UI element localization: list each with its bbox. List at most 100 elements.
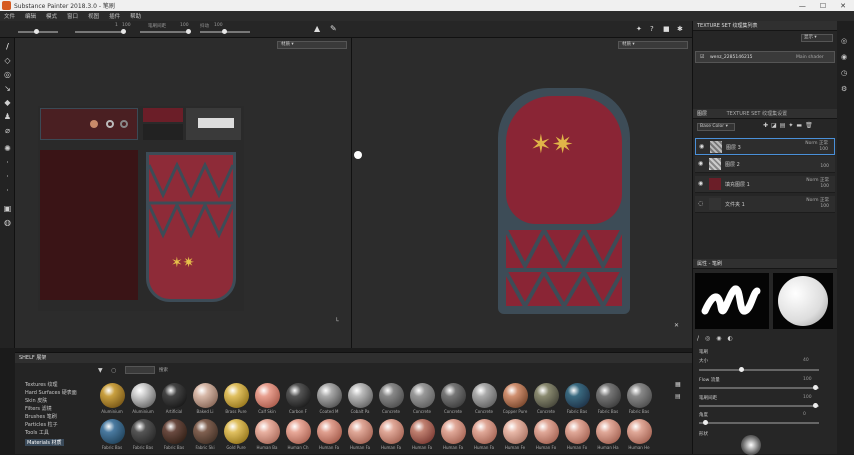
shelf-search-input[interactable] <box>125 366 155 374</box>
menu-window[interactable]: 窗口 <box>67 12 78 20</box>
material-sphere[interactable] <box>565 419 590 444</box>
material-sphere[interactable] <box>627 383 652 408</box>
alpha-tab-icon[interactable]: ◐ <box>728 335 739 342</box>
measure-icon[interactable]: · <box>3 186 12 195</box>
add-folder-icon[interactable]: ▬ <box>796 122 805 129</box>
material-sphere[interactable] <box>348 419 373 444</box>
shelf-category[interactable]: Tools 工具 <box>25 429 49 436</box>
symmetry-icon[interactable]: ▲ <box>314 24 324 34</box>
viewport-2d-mode-dropdown[interactable]: 材质 ▾ <box>277 41 347 49</box>
material-sphere[interactable] <box>193 419 218 444</box>
list-view-icon[interactable]: ▤ <box>675 393 681 400</box>
shelf-category[interactable]: Textures 纹理 <box>25 381 58 388</box>
visibility-eye-icon[interactable]: ◉ <box>698 181 704 187</box>
viewport-2d[interactable]: 材质 ▾ ✶✷ └ <box>15 38 352 348</box>
material-sphere[interactable] <box>131 419 156 444</box>
material-sphere[interactable] <box>472 383 497 408</box>
material-sphere[interactable] <box>162 383 187 408</box>
material-sphere[interactable] <box>441 383 466 408</box>
viewport-3d[interactable]: 材质 ▾ ✶✷ ✕ <box>352 38 692 348</box>
material-sphere[interactable] <box>410 419 435 444</box>
maximize-button[interactable]: ☐ <box>820 2 826 10</box>
material-sphere[interactable] <box>317 383 342 408</box>
menu-view[interactable]: 视图 <box>88 12 99 20</box>
material-sphere[interactable] <box>224 383 249 408</box>
shelf-category[interactable]: Hard Surfaces 硬表面 <box>25 389 77 396</box>
settings-icon[interactable]: ◍ <box>3 218 12 227</box>
texture-set-display-dropdown[interactable]: 显示 ▾ <box>801 34 833 42</box>
shelf-category[interactable]: Brushes 笔刷 <box>25 413 57 420</box>
texture-set-settings-tab[interactable]: TEXTURE SET 纹理集设置 <box>727 111 787 117</box>
add-fill-icon[interactable]: ◪ <box>771 122 780 129</box>
angle-slider[interactable] <box>699 420 819 425</box>
material-sphere[interactable] <box>286 419 311 444</box>
brush-tab-icon[interactable]: / <box>697 335 705 342</box>
paint-brush-icon[interactable]: / <box>3 42 12 51</box>
material-sphere[interactable] <box>627 419 652 444</box>
polygon-fill-icon[interactable]: ✺ <box>3 144 12 153</box>
alpha-shape-thumbnail[interactable] <box>741 435 761 455</box>
stencil-tab-icon[interactable]: ◉ <box>716 335 727 342</box>
clone-icon[interactable]: ♟ <box>3 112 12 121</box>
light-icon[interactable] <box>354 151 362 159</box>
material-sphere[interactable] <box>410 383 435 408</box>
projection-icon[interactable]: ◎ <box>3 70 12 79</box>
layer-row[interactable]: ◉ 图层 2 100 <box>695 156 835 173</box>
shelf-category[interactable]: Skin 皮肤 <box>25 397 47 404</box>
viewer-settings-icon[interactable]: ⚙ <box>841 85 847 93</box>
layers-tab[interactable]: 图层 <box>697 111 707 117</box>
delete-layer-icon[interactable]: 🗑 <box>805 122 816 129</box>
material-sphere[interactable] <box>162 419 187 444</box>
layer-row[interactable]: ◌ 文件夹 1 Norm 正常 100 <box>695 196 835 213</box>
visibility-eye-icon[interactable]: ◌ <box>698 201 704 207</box>
material-sphere[interactable] <box>255 419 280 444</box>
material-sphere[interactable] <box>379 383 404 408</box>
material-sphere[interactable] <box>596 419 621 444</box>
texture-set-checkbox-icon[interactable]: ☑ <box>700 54 704 60</box>
material-sphere[interactable] <box>224 419 249 444</box>
material-sphere[interactable] <box>503 419 528 444</box>
material-sphere[interactable] <box>317 419 342 444</box>
flow-slider[interactable] <box>699 385 819 390</box>
material-picker-icon[interactable]: · <box>3 172 12 181</box>
display-settings-icon[interactable]: ✱ <box>677 25 683 33</box>
grid-view-icon[interactable]: ▦ <box>675 381 681 388</box>
material-sphere[interactable] <box>503 383 528 408</box>
search-icon[interactable]: ○ <box>111 367 116 374</box>
texture-set-list-icon[interactable]: ◎ <box>841 37 847 45</box>
visibility-eye-icon[interactable]: ◉ <box>698 161 704 167</box>
material-sphere[interactable] <box>441 419 466 444</box>
size-slider[interactable] <box>699 367 819 372</box>
material-sphere[interactable] <box>131 383 156 408</box>
material-sphere[interactable] <box>565 383 590 408</box>
smudge-icon[interactable]: ◆ <box>3 98 12 107</box>
texture-set-shader[interactable]: Main shader <box>796 55 824 60</box>
channel-dropdown[interactable]: Base Color ▾ <box>697 123 735 131</box>
material-sphere[interactable] <box>286 383 311 408</box>
display-settings-panel-icon[interactable]: ◉ <box>841 53 847 61</box>
material-tab-icon[interactable]: ◎ <box>705 335 716 342</box>
color-picker-icon[interactable]: ⌀ <box>3 126 12 135</box>
jitter-slider[interactable]: 抖动 100 <box>200 23 255 36</box>
stroke-slider[interactable] <box>699 403 819 408</box>
visibility-eye-icon[interactable]: ◉ <box>699 144 705 150</box>
menu-file[interactable]: 文件 <box>4 12 15 20</box>
size-slider[interactable] <box>18 23 63 36</box>
bake-icon[interactable]: · <box>3 158 12 167</box>
material-sphere[interactable] <box>193 383 218 408</box>
log-icon[interactable]: ▣ <box>3 204 12 213</box>
material-sphere[interactable] <box>255 383 280 408</box>
lazy-mouse-icon[interactable]: ✎ <box>330 24 340 34</box>
menu-edit[interactable]: 编辑 <box>25 12 36 20</box>
add-layer-icon[interactable]: ✚ <box>763 122 771 129</box>
minimize-button[interactable]: — <box>799 2 806 10</box>
shelf-category[interactable]: Particles 粒子 <box>25 421 58 428</box>
material-sphere[interactable] <box>348 383 373 408</box>
material-sphere[interactable] <box>100 383 125 408</box>
shelf-category-selected[interactable]: Materials 材质 <box>25 439 64 446</box>
shelf-category[interactable]: Filters 滤镜 <box>25 405 52 412</box>
menu-mode[interactable]: 模式 <box>46 12 57 20</box>
menu-help[interactable]: 帮助 <box>130 12 141 20</box>
material-sphere[interactable] <box>379 419 404 444</box>
close-button[interactable]: ✕ <box>840 2 846 10</box>
